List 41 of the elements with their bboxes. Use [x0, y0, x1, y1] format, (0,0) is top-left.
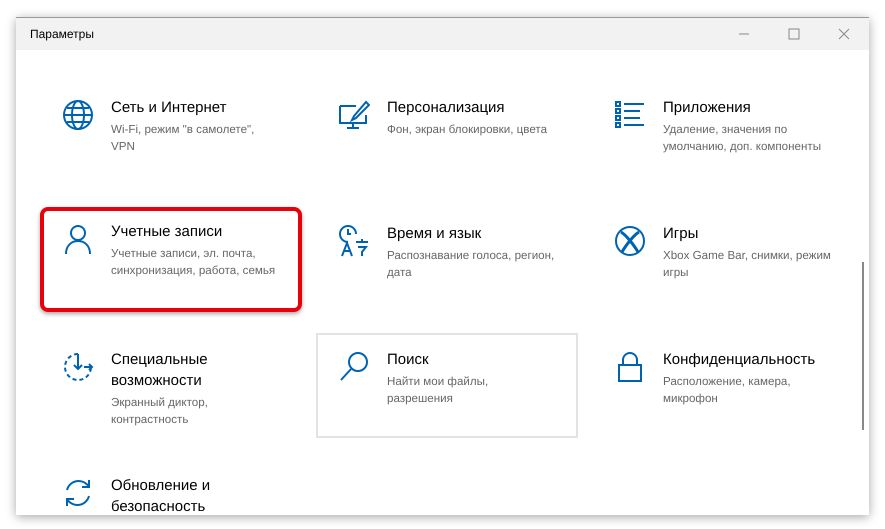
settings-tile[interactable]: Поиск Найти мои файлы, разрешения [316, 333, 578, 438]
close-icon [838, 28, 850, 40]
clock-letter-icon [338, 225, 370, 257]
tile-title: Время и язык [387, 224, 482, 244]
window-title: Параметры [29, 27, 94, 41]
scrollbar[interactable] [862, 262, 864, 430]
list-icon [614, 99, 646, 131]
tile-description: Распознавание голоса, регион, дата [387, 248, 556, 281]
settings-tile[interactable]: Конфиденциальность Расположение, камера, микрофон [592, 333, 854, 438]
tile-title: Приложения [663, 98, 752, 118]
tile-description: Фон, экран блокировки, цвета [387, 122, 548, 138]
tile-description: Xbox Game Bar, снимки, режим игры [663, 248, 832, 281]
settings-tile[interactable]: Персонализация Фон, экран блокировки, цвета [316, 81, 578, 186]
monitor-brush-icon [338, 99, 370, 131]
tile-title: Сеть и Интернет [111, 98, 228, 118]
tile-title: Обновление и безопасность [111, 476, 212, 515]
tile-description: Расположение, камера, микрофон [663, 374, 792, 407]
settings-tile[interactable]: Обновление и безопасность [40, 459, 302, 515]
tile-title: Поиск [387, 350, 430, 370]
tile-title: Игры [663, 224, 700, 244]
tile-title: Учетные записи [111, 222, 224, 242]
tile-title: Конфиденциальность [663, 350, 816, 370]
settings-tile[interactable]: Сеть и Интернет Wi-Fi, режим "в самолете", VPN [40, 81, 302, 186]
globe-icon [62, 99, 94, 131]
tile-title: Персонализация [387, 98, 506, 118]
settings-tile[interactable]: Специальные возможности Экранный диктор, контрастность [40, 333, 302, 438]
tile-description: Удаление, значения по умолчанию, доп. компоненты [663, 122, 822, 155]
x-circle-icon [614, 225, 646, 257]
settings-tile[interactable]: Игры Xbox Game Bar, снимки, режим игры [592, 207, 854, 312]
tile-description: Найти мои файлы, разрешения [387, 374, 490, 407]
settings-tile[interactable]: Приложения Удаление, значения по умолчанию, доп. компоненты [592, 81, 854, 186]
person-icon [62, 223, 94, 255]
settings-tile[interactable]: Время и язык Распознавание голоса, регион, дата [316, 207, 578, 312]
settings-tile[interactable]: Учетные записи Учетные записи, эл. почта, синхронизация, работа, семья [40, 207, 302, 312]
tile-description: Экранный диктор, контрастность [111, 395, 209, 428]
tile-title: Специальные возможности [111, 350, 209, 391]
tile-description: Wi-Fi, режим "в самолете", VPN [111, 122, 256, 155]
dashed-circle-arrow-icon [62, 351, 94, 383]
search-icon [338, 351, 370, 383]
maximize-icon [788, 28, 800, 40]
tile-description: Учетные записи, эл. почта, синхронизация, работа, семья [111, 246, 276, 279]
